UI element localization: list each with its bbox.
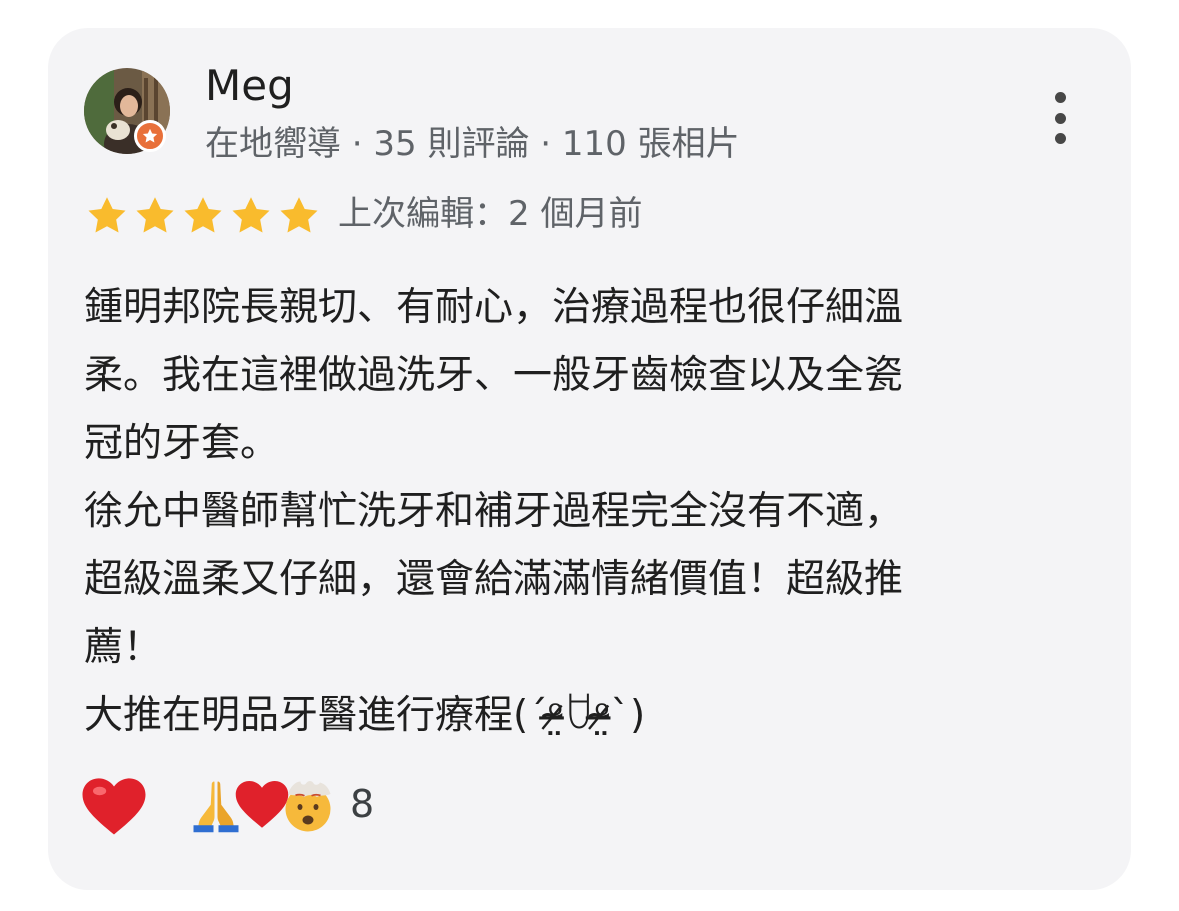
like-reaction-button[interactable] [78,770,150,842]
star-icon [280,197,318,233]
red-heart-icon [82,778,146,835]
more-options-dot [1054,112,1066,124]
star-rating [84,194,322,238]
review-line: 冠的牙套。 [84,421,280,466]
review-text: 鍾明邦院長親切、有耐心，治療過程也很仔細溫 柔。我在這裡做過洗牙、一般牙齒檢查以… [84,274,1084,750]
reviewer-name[interactable]: Meg [205,58,294,114]
more-options-button[interactable] [1040,88,1080,148]
review-line: 薦！ [84,625,163,670]
review-line: 徐允中醫師幫忙洗牙和補牙過程完全沒有不適， [84,489,904,534]
star-icon [136,197,174,233]
review-line: 大推在明品牙醫進行療程(ˊᵒ̴̶̷̤ꇴᵒ̴̶̷̤ˋ) [84,693,646,738]
edited-timestamp: 上次編輯：2 個月前 [338,194,643,234]
star-icon [88,197,126,233]
review-line: 鍾明邦院長親切、有耐心，治療過程也很仔細溫 [84,285,904,330]
exploding-head-icon [285,781,331,832]
reaction-summary[interactable]: 8 [186,772,374,836]
reaction-count: 8 [350,782,375,826]
review-line: 柔。我在這裡做過洗牙、一般牙齒檢查以及全瓷 [84,353,904,398]
star-icon [184,197,222,233]
local-guide-star-icon [134,120,166,152]
more-options-dot [1054,133,1066,144]
review-line: 超級溫柔又仔細，還會給滿滿情緒價值！超級推 [84,557,904,602]
reviewer-meta: 在地嚮導 · 35 則評論 · 110 張相片 [205,124,740,164]
more-options-icon [1054,92,1066,103]
star-icon [232,197,270,233]
